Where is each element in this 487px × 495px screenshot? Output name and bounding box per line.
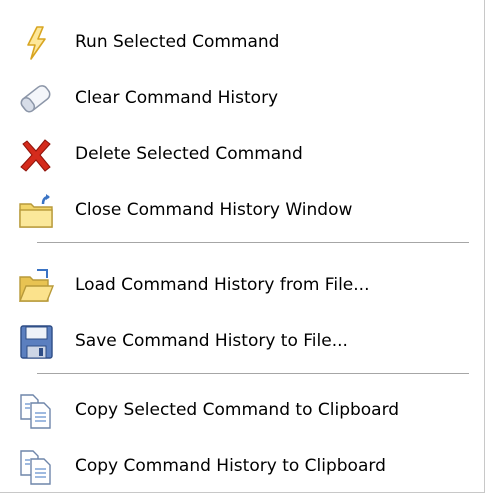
menu-separator	[37, 373, 469, 374]
eraser-icon	[17, 80, 55, 118]
lightning-icon	[17, 24, 55, 62]
copy-icon	[17, 392, 55, 430]
menu-item-label: Load Command History from File...	[75, 275, 370, 295]
folder-open-icon	[17, 267, 55, 305]
menu-item-label: Delete Selected Command	[75, 144, 303, 164]
delete-x-icon	[17, 136, 55, 174]
floppy-disk-icon	[17, 323, 55, 361]
menu-item-label: Copy Selected Command to Clipboard	[75, 400, 400, 420]
menu-item-load-command-history[interactable]: Load Command History from File...	[0, 257, 484, 313]
menu-separator	[37, 242, 469, 243]
folder-close-icon	[17, 192, 55, 230]
copy-icon	[17, 448, 55, 486]
menu-item-clear-command-history[interactable]: Clear Command History	[0, 70, 484, 126]
menu-item-close-command-history-window[interactable]: Close Command History Window	[0, 182, 484, 238]
context-menu: Run Selected Command Clear Command Histo…	[0, 0, 485, 493]
menu-item-delete-selected-command[interactable]: Delete Selected Command	[0, 126, 484, 182]
menu-item-save-command-history[interactable]: Save Command History to File...	[0, 313, 484, 369]
menu-item-label: Save Command History to File...	[75, 331, 348, 351]
menu-item-label: Copy Command History to Clipboard	[75, 456, 386, 476]
menu-item-copy-command-history[interactable]: Copy Command History to Clipboard	[0, 438, 484, 494]
menu-item-label: Clear Command History	[75, 88, 279, 108]
menu-item-run-selected-command[interactable]: Run Selected Command	[0, 14, 484, 70]
menu-item-copy-selected-command[interactable]: Copy Selected Command to Clipboard	[0, 382, 484, 438]
menu-item-label: Close Command History Window	[75, 200, 353, 220]
menu-item-label: Run Selected Command	[75, 32, 280, 52]
